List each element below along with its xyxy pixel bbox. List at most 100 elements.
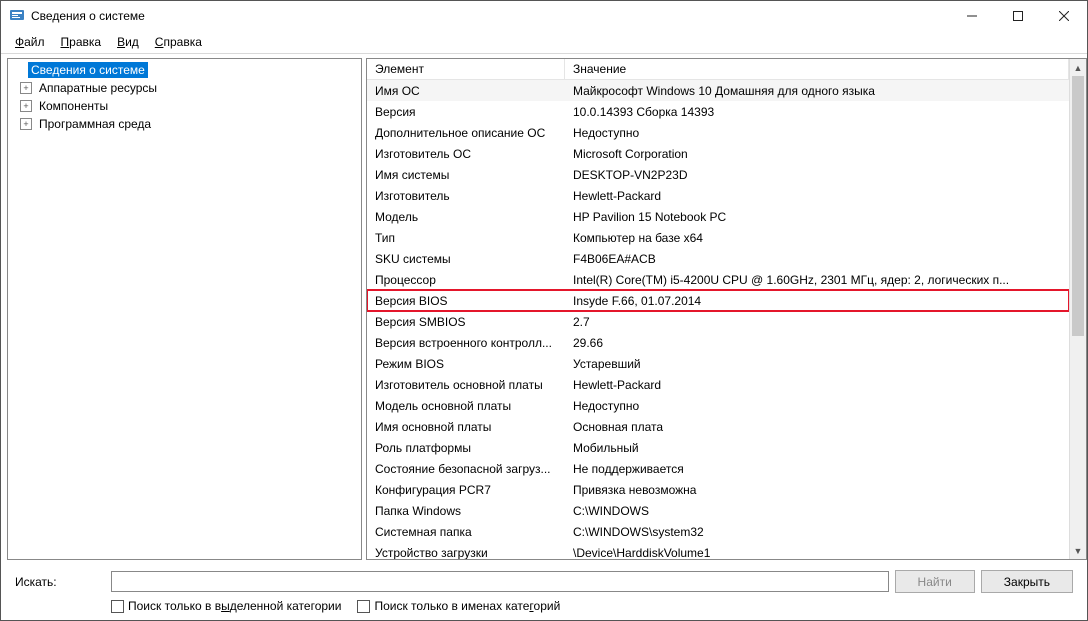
cell-key: Тип (367, 229, 565, 247)
menubar: Файл Правка Вид Справка (1, 31, 1087, 53)
cell-value: Недоступно (565, 397, 1069, 415)
cell-value: DESKTOP-VN2P23D (565, 166, 1069, 184)
cell-value: Привязка невозможна (565, 481, 1069, 499)
tree-pane[interactable]: − Сведения о системе +Аппаратные ресурсы… (7, 58, 362, 560)
search-label: Искать: (15, 575, 105, 589)
cell-key: Режим BIOS (367, 355, 565, 373)
column-element[interactable]: Элемент (367, 59, 565, 79)
table-row[interactable]: Системная папкаC:\WINDOWS\system32 (367, 521, 1069, 542)
table-row[interactable]: Имя основной платыОсновная плата (367, 416, 1069, 437)
tree-item[interactable]: +Аппаратные ресурсы (8, 79, 361, 97)
table-row[interactable]: Состояние безопасной загруз...Не поддерж… (367, 458, 1069, 479)
table-row[interactable]: ПроцессорIntel(R) Core(TM) i5-4200U CPU … (367, 269, 1069, 290)
tree-root[interactable]: − Сведения о системе (8, 61, 361, 79)
cell-key: Изготовитель ОС (367, 145, 565, 163)
cell-key: Процессор (367, 271, 565, 289)
cell-value: Недоступно (565, 124, 1069, 142)
cell-value: Microsoft Corporation (565, 145, 1069, 163)
cell-value: Не поддерживается (565, 460, 1069, 478)
cell-key: Модель основной платы (367, 397, 565, 415)
cell-value: C:\WINDOWS (565, 502, 1069, 520)
tree-item[interactable]: +Компоненты (8, 97, 361, 115)
table-row[interactable]: Версия10.0.14393 Сборка 14393 (367, 101, 1069, 122)
table-row[interactable]: Изготовитель ОСMicrosoft Corporation (367, 143, 1069, 164)
checkbox-box-icon (357, 600, 370, 613)
scroll-up-icon[interactable]: ▲ (1070, 59, 1086, 76)
cell-key: Системная папка (367, 523, 565, 541)
window-title: Сведения о системе (31, 9, 145, 23)
table-row[interactable]: Устройство загрузки\Device\HarddiskVolum… (367, 542, 1069, 559)
menu-file[interactable]: Файл (7, 33, 53, 51)
table-row[interactable]: Имя ОСМайкрософт Windows 10 Домашняя для… (367, 80, 1069, 101)
titlebar: Сведения о системе (1, 1, 1087, 31)
cell-value: 2.7 (565, 313, 1069, 331)
table-row[interactable]: Изготовитель основной платыHewlett-Packa… (367, 374, 1069, 395)
table-row[interactable]: Папка WindowsC:\WINDOWS (367, 500, 1069, 521)
maximize-button[interactable] (995, 1, 1041, 31)
cell-key: Версия встроенного контролл... (367, 334, 565, 352)
find-button[interactable]: Найти (895, 570, 975, 593)
cell-value: F4B06EA#ACB (565, 250, 1069, 268)
footer: Искать: Найти Закрыть Поиск только в выд… (1, 564, 1087, 620)
menu-edit[interactable]: Правка (53, 33, 110, 51)
cell-key: Версия (367, 103, 565, 121)
menu-view[interactable]: Вид (109, 33, 147, 51)
cell-key: Устройство загрузки (367, 544, 565, 560)
minimize-button[interactable] (949, 1, 995, 31)
table-row[interactable]: ТипКомпьютер на базе x64 (367, 227, 1069, 248)
table-row[interactable]: Конфигурация PCR7Привязка невозможна (367, 479, 1069, 500)
cell-value: Hewlett-Packard (565, 376, 1069, 394)
cell-value: Компьютер на базе x64 (565, 229, 1069, 247)
cell-value: HP Pavilion 15 Notebook PC (565, 208, 1069, 226)
cell-key: Модель (367, 208, 565, 226)
expand-icon[interactable]: + (20, 118, 32, 130)
cell-key: Роль платформы (367, 439, 565, 457)
table-row[interactable]: МодельHP Pavilion 15 Notebook PC (367, 206, 1069, 227)
close-button[interactable] (1041, 1, 1087, 31)
details-pane: Элемент Значение Имя ОСМайкрософт Window… (366, 58, 1087, 560)
expand-icon[interactable]: + (20, 82, 32, 94)
table-row[interactable]: Дополнительное описание ОСНедоступно (367, 122, 1069, 143)
cell-value: 10.0.14393 Сборка 14393 (565, 103, 1069, 121)
cell-key: SKU системы (367, 250, 565, 268)
cell-key: Версия SMBIOS (367, 313, 565, 331)
table-row[interactable]: Имя системыDESKTOP-VN2P23D (367, 164, 1069, 185)
app-icon (9, 8, 25, 24)
table-row[interactable]: Версия SMBIOS2.7 (367, 311, 1069, 332)
cell-value: Hewlett-Packard (565, 187, 1069, 205)
cell-value: Мобильный (565, 439, 1069, 457)
scroll-thumb[interactable] (1072, 76, 1084, 336)
scroll-down-icon[interactable]: ▼ (1070, 542, 1086, 559)
scroll-track[interactable] (1070, 76, 1086, 542)
checkbox-box-icon (111, 600, 124, 613)
table-row[interactable]: SKU системыF4B06EA#ACB (367, 248, 1069, 269)
cell-key: Изготовитель основной платы (367, 376, 565, 394)
table-row[interactable]: Версия встроенного контролл...29.66 (367, 332, 1069, 353)
expand-icon[interactable]: + (20, 100, 32, 112)
cell-key: Состояние безопасной загруз... (367, 460, 565, 478)
cell-key: Изготовитель (367, 187, 565, 205)
cell-key: Папка Windows (367, 502, 565, 520)
search-input[interactable] (111, 571, 889, 592)
cell-value: Intel(R) Core(TM) i5-4200U CPU @ 1.60GHz… (565, 271, 1069, 289)
table-row[interactable]: Модель основной платыНедоступно (367, 395, 1069, 416)
cell-value: Майкрософт Windows 10 Домашняя для одног… (565, 82, 1069, 100)
columns-header[interactable]: Элемент Значение (367, 59, 1069, 80)
cell-key: Имя системы (367, 166, 565, 184)
menu-help[interactable]: Справка (147, 33, 210, 51)
close-footer-button[interactable]: Закрыть (981, 570, 1073, 593)
checkbox-category-names[interactable]: Поиск только в именах категорий (357, 599, 560, 613)
table-row[interactable]: ИзготовительHewlett-Packard (367, 185, 1069, 206)
table-row[interactable]: Роль платформыМобильный (367, 437, 1069, 458)
checkbox-selected-category[interactable]: Поиск только в выделенной категории (111, 599, 341, 613)
column-value[interactable]: Значение (565, 59, 1069, 79)
cell-value: Устаревший (565, 355, 1069, 373)
scrollbar[interactable]: ▲ ▼ (1069, 59, 1086, 559)
table-row[interactable]: Версия BIOSInsyde F.66, 01.07.2014 (367, 290, 1069, 311)
cell-key: Версия BIOS (367, 292, 565, 310)
cell-key: Имя основной платы (367, 418, 565, 436)
cell-key: Дополнительное описание ОС (367, 124, 565, 142)
cell-value: C:\WINDOWS\system32 (565, 523, 1069, 541)
tree-item[interactable]: +Программная среда (8, 115, 361, 133)
table-row[interactable]: Режим BIOSУстаревший (367, 353, 1069, 374)
